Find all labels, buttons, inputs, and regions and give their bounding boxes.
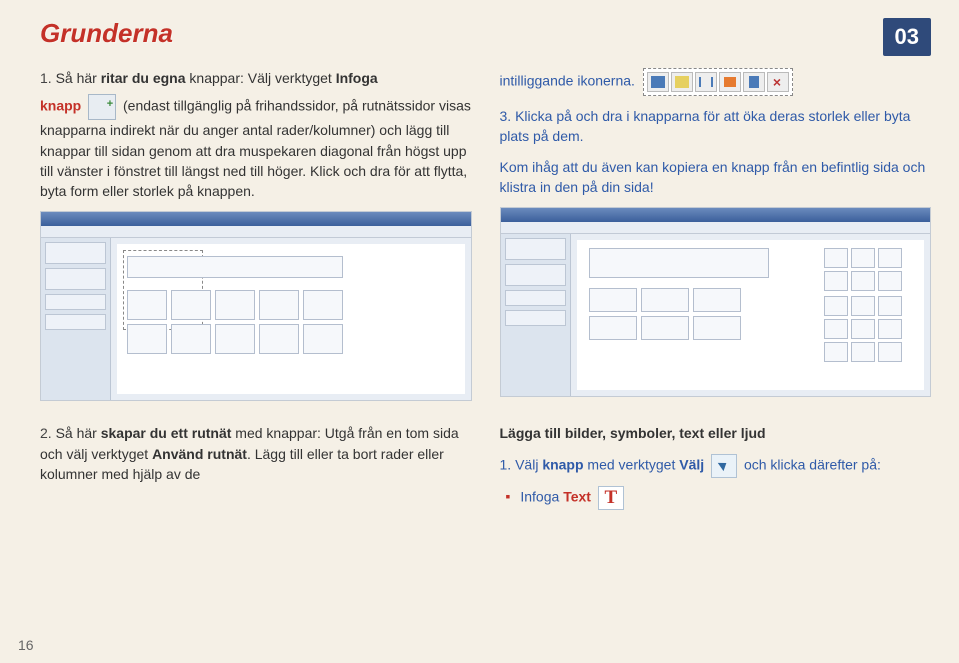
step-number: 3.	[500, 108, 512, 124]
layout-grid	[824, 296, 902, 362]
right-column: intilliggande ikonerna. 3. Klicka på och…	[500, 68, 932, 401]
window-menubar	[501, 222, 931, 234]
sidebar-panel	[45, 268, 106, 290]
window-titlebar	[501, 208, 931, 222]
editor-canvas	[577, 240, 925, 390]
lower-left-column: 2. Så här skapar du ett rutnät med knapp…	[40, 423, 472, 515]
text: Välj	[515, 456, 542, 472]
page-number: 16	[18, 637, 34, 653]
window-menubar	[41, 226, 471, 238]
layout-cell	[589, 248, 769, 278]
sidebar-panel	[505, 310, 566, 326]
button-grid	[127, 256, 343, 354]
subsection-heading: Lägga till bilder, symboler, text eller …	[500, 423, 932, 443]
step-1-select: 1. Välj knapp med verktyget Välj och kli…	[500, 454, 932, 478]
text-bold: ritar du egna	[101, 70, 186, 86]
text: Så här	[56, 425, 101, 441]
lower-right-column: Lägga till bilder, symboler, text eller …	[500, 423, 932, 515]
toolbar-icon	[743, 72, 765, 92]
sidebar-panel	[45, 294, 106, 310]
select-tool-icon	[711, 454, 737, 478]
editor-sidebar	[501, 234, 571, 396]
layout-grid	[589, 288, 741, 340]
editor-canvas	[117, 244, 465, 394]
bullet-icon: ▪	[506, 488, 511, 504]
section-title: Grunderna	[40, 18, 173, 49]
sidebar-panel	[45, 242, 106, 264]
screenshot-editor-1	[40, 211, 472, 401]
text: och klicka därefter på:	[744, 456, 881, 472]
toolbar-icon-group	[643, 68, 793, 96]
keyword: knapp	[542, 456, 583, 472]
step-number: 1.	[500, 456, 512, 472]
sidebar-panel	[505, 290, 566, 306]
tool-keyword: knapp	[40, 98, 81, 114]
toolbar-icon	[647, 72, 669, 92]
note-text: Kom ihåg att du även kan kopiera en knap…	[500, 157, 932, 198]
layout-grid	[824, 248, 902, 291]
text-bold: skapar du ett rutnät	[101, 425, 232, 441]
screenshot-editor-2	[500, 207, 932, 397]
toolbar-icon	[719, 72, 741, 92]
sidebar-panel	[505, 264, 566, 286]
sidebar-panel	[505, 238, 566, 260]
chapter-badge: 03	[883, 18, 931, 56]
left-column: 1. Så här ritar du egna knappar: Välj ve…	[40, 68, 472, 401]
toolbar-icon	[767, 72, 789, 92]
window-titlebar	[41, 212, 471, 226]
bullet-item: ▪ Infoga Text T	[500, 486, 932, 510]
toolbar-icon	[695, 72, 717, 92]
text: intilliggande ikonerna.	[500, 73, 635, 89]
text: med verktyget	[584, 456, 680, 472]
text-fragment: intilliggande ikonerna.	[500, 68, 932, 96]
toolbar-icon	[671, 72, 693, 92]
step-3: 3. Klicka på och dra i knapparna för att…	[500, 106, 932, 147]
tool-name: Använd rutnät	[152, 446, 247, 462]
step-number: 2.	[40, 425, 52, 441]
step-2: 2. Så här skapar du ett rutnät med knapp…	[40, 423, 472, 484]
text: Klicka på och dra i knapparna för att ök…	[500, 108, 911, 144]
step-number: 1.	[40, 70, 52, 86]
text: Infoga	[520, 488, 563, 504]
text: Så här	[56, 70, 101, 86]
sidebar-panel	[45, 314, 106, 330]
insert-button-icon	[88, 94, 116, 120]
text: knappar: Välj verktyget	[186, 70, 336, 86]
tool-name: Välj	[679, 456, 704, 472]
editor-sidebar	[41, 238, 111, 400]
text-tool-icon: T	[598, 486, 624, 510]
step-1-heading: 1. Så här ritar du egna knappar: Välj ve…	[40, 68, 472, 88]
step-1-body: knapp (endast tillgänglig på frihandssid…	[40, 94, 472, 201]
keyword: Text	[563, 488, 591, 504]
tool-name: Infoga	[336, 70, 378, 86]
